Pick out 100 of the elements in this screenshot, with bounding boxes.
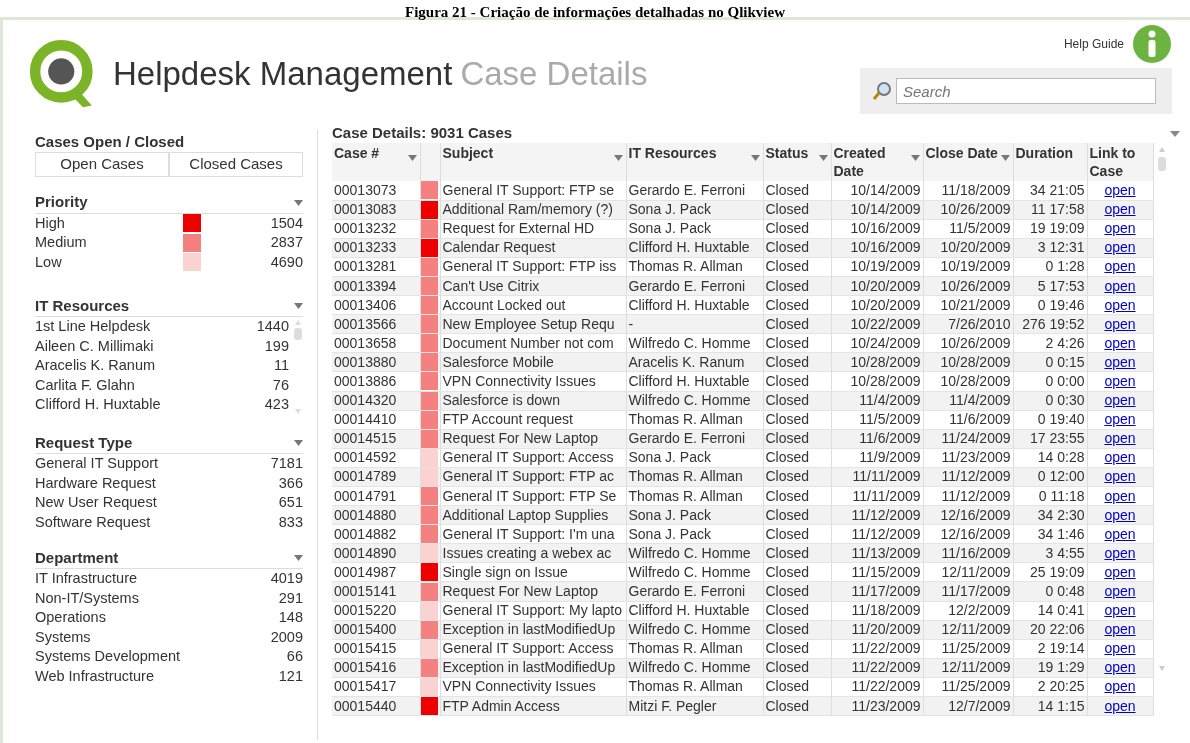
open-link[interactable]: open [1104, 258, 1136, 275]
open-link[interactable]: open [1104, 678, 1136, 695]
list-item[interactable]: Carlita F. Glahn [35, 375, 273, 395]
open-link[interactable]: open [1104, 525, 1136, 542]
list-item[interactable]: Aracelis K. Ranum [35, 356, 274, 376]
open-link[interactable]: open [1104, 296, 1136, 313]
tab[interactable]: Closed Cases [169, 153, 303, 177]
caret-icon[interactable] [1170, 130, 1180, 137]
table-cell: Request for External HD [440, 219, 626, 239]
list-item[interactable]: Medium [35, 233, 183, 253]
table-cell: 11/12/2009 [831, 524, 923, 544]
list-item[interactable]: Operations [35, 608, 279, 628]
table-cell: FTP Account request [440, 410, 626, 430]
table-cell: 12/11/2009 [923, 562, 1013, 582]
list-item[interactable]: Clifford H. Huxtable [35, 395, 265, 415]
table-cell: 14 0:28 [1013, 448, 1087, 468]
caret-icon[interactable] [818, 155, 828, 161]
table-cell: 11/22/2009 [831, 639, 923, 659]
item-count: 199 [264, 336, 289, 356]
open-link[interactable]: open [1104, 181, 1136, 198]
item-count: 2009 [270, 627, 303, 647]
table-cell: Closed [763, 219, 831, 239]
table-cell: 00013880 [332, 352, 420, 372]
item-count: 366 [278, 473, 303, 493]
table-cell: 25 19:09 [1013, 562, 1087, 582]
list-item[interactable]: Systems [35, 627, 271, 647]
table-cell: Sona J. Pack [626, 219, 763, 239]
caret-icon[interactable] [294, 555, 303, 561]
table-cell: 10/19/2009 [923, 257, 1013, 277]
caret-icon[interactable] [294, 440, 303, 446]
open-link[interactable]: open [1104, 411, 1136, 428]
table-cell: 00014410 [332, 410, 420, 430]
table-cell: Gerardo E. Ferroni [626, 181, 763, 201]
table-cell: 00015220 [332, 601, 420, 621]
list-item[interactable]: Aileen C. Millimaki [35, 336, 265, 356]
item-count: 4690 [270, 252, 303, 272]
table-cell: 11/5/2009 [831, 410, 923, 430]
list-item[interactable]: New User Request [35, 493, 279, 513]
open-link[interactable]: open [1104, 449, 1136, 466]
open-link[interactable]: open [1104, 563, 1136, 580]
info-icon[interactable] [1132, 24, 1172, 64]
table-cell: General IT Support: FTP Se [440, 486, 626, 506]
table-cell: 0 0:00 [1013, 371, 1087, 392]
table-cell: Closed [763, 333, 831, 353]
list-item[interactable]: Hardware Request [35, 473, 279, 493]
help-link[interactable]: Help Guide [1063, 35, 1124, 53]
table-cell: 00015415 [332, 639, 420, 659]
item-count: 833 [278, 512, 303, 532]
search-field[interactable]: Search [896, 78, 1156, 104]
table-cell: General IT Support: FTP se [440, 181, 626, 201]
table-cell: General IT Support: FTP iss [440, 257, 626, 277]
column-header[interactable]: Link to Case [1089, 144, 1151, 180]
open-link[interactable]: open [1104, 487, 1136, 504]
table-cell: 00014320 [332, 391, 420, 411]
table-cell: 34 1:46 [1013, 524, 1087, 544]
open-link[interactable]: open [1104, 220, 1136, 237]
table-cell: Wilfredo C. Homme [626, 562, 763, 582]
list-item[interactable]: Software Request [35, 512, 279, 532]
table-cell: 2 19:14 [1013, 639, 1087, 659]
table-cell: Closed [763, 295, 831, 315]
list-item[interactable]: Non-IT/Systems [35, 588, 279, 608]
open-link[interactable]: open [1104, 334, 1136, 351]
table-cell: 11/12/2009 [923, 486, 1013, 506]
table-cell: General IT Support: I'm una [440, 524, 626, 544]
column-header[interactable]: Created Date [833, 144, 921, 180]
table-cell: 12/16/2009 [923, 524, 1013, 544]
list-item[interactable]: Systems Development [35, 647, 287, 667]
table-cell: 00014791 [332, 486, 420, 506]
list-item[interactable]: High [35, 213, 183, 233]
caret-icon[interactable] [294, 303, 303, 309]
caret-icon[interactable] [294, 199, 303, 206]
list-item[interactable]: IT Infrastructure [35, 569, 271, 589]
caret-icon[interactable] [1000, 155, 1010, 161]
list-item[interactable]: 1st Line Helpdesk [35, 317, 257, 337]
caret-icon[interactable] [750, 155, 760, 161]
item-count: 11 [273, 356, 289, 375]
table-cell: 34 21:05 [1013, 181, 1087, 201]
table-cell: 00014592 [332, 448, 420, 468]
caret-icon[interactable] [613, 155, 623, 161]
tab[interactable]: Open Cases [35, 153, 169, 177]
table-cell: 00013658 [332, 333, 420, 353]
listbox-title: Cases Open / Closed [35, 131, 185, 152]
table-cell: 00013233 [332, 238, 420, 258]
open-link[interactable]: open [1104, 640, 1136, 657]
table-cell: Closed [763, 371, 831, 392]
open-link[interactable]: open [1104, 602, 1136, 619]
table-cell: Thomas R. Allman [626, 410, 763, 430]
table-cell: 00014890 [332, 543, 420, 563]
item-count: 1504 [270, 213, 303, 233]
list-item[interactable]: General IT Support [35, 454, 271, 474]
list-item[interactable]: Low [35, 252, 183, 272]
open-link[interactable]: open [1104, 373, 1136, 389]
search-icon [872, 81, 892, 101]
list-item[interactable]: Web Infrastructure [35, 666, 279, 686]
table-cell: Single sign on Issue [440, 562, 626, 582]
table-cell: 11/15/2009 [831, 562, 923, 582]
item-count: 66 [286, 647, 303, 666]
caret-icon[interactable] [910, 155, 920, 161]
table-cell: 11/5/2009 [923, 219, 1013, 239]
caret-icon[interactable] [407, 155, 417, 161]
